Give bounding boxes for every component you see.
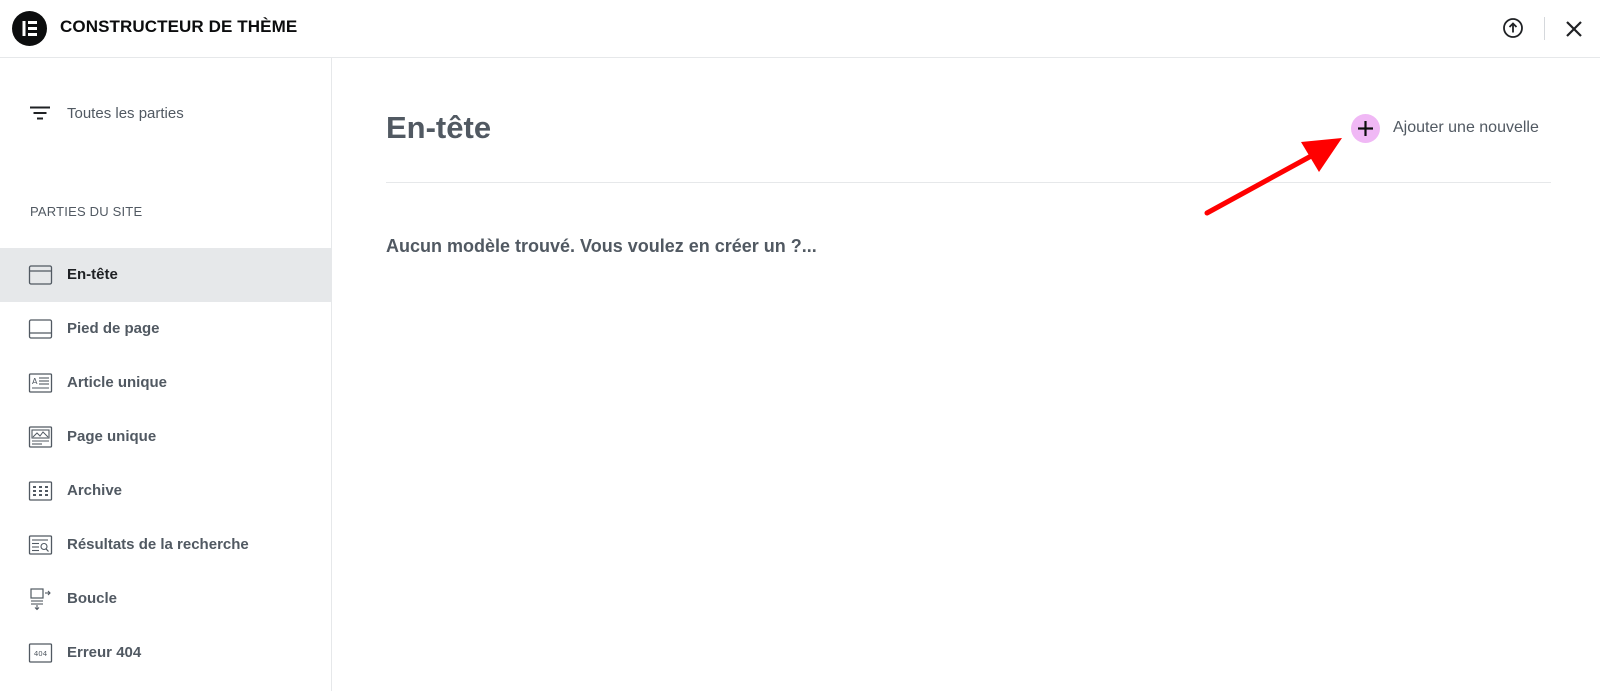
sidebar: Toutes les parties PARTIES DU SITE En-tê… [0, 58, 332, 691]
all-parts-label: Toutes les parties [67, 104, 184, 122]
section-label: PARTIES DU SITE [30, 204, 143, 219]
svg-text:404: 404 [34, 650, 48, 658]
sidebar-item-label: Pied de page [67, 320, 160, 337]
app-title: CONSTRUCTEUR DE THÈME [60, 17, 298, 36]
sidebar-item-label: Résultats de la recherche [67, 536, 249, 553]
sidebar-item-header[interactable]: En-tête [0, 248, 331, 302]
sidebar-item-single-post[interactable]: A Article unique [0, 356, 331, 410]
header-icon [28, 265, 53, 285]
add-new-button[interactable]: Ajouter une nouvelle [1351, 113, 1539, 143]
page-title: En-tête [386, 110, 492, 145]
main-content: En-tête Ajouter une nouvelle Aucun modèl… [332, 58, 1600, 691]
top-bar: CONSTRUCTEUR DE THÈME [0, 0, 1600, 58]
sidebar-item-label: Page unique [67, 428, 157, 445]
svg-text:A: A [32, 377, 38, 386]
topbar-divider [1544, 17, 1545, 40]
sidebar-item-search-results[interactable]: Résultats de la recherche [0, 518, 331, 572]
search-results-icon [28, 535, 53, 555]
elementor-logo-icon [12, 11, 47, 46]
sidebar-item-archive[interactable]: Archive [0, 464, 331, 518]
sidebar-item-label: En-tête [67, 266, 118, 283]
single-page-icon [28, 426, 53, 448]
single-post-icon: A [28, 373, 53, 393]
sidebar-item-label: Article unique [67, 374, 168, 391]
empty-state-message: Aucun modèle trouvé. Vous voulez en crée… [386, 236, 817, 256]
sidebar-item-single-page[interactable]: Page unique [0, 410, 331, 464]
sidebar-item-loop[interactable]: Boucle [0, 572, 331, 626]
divider [386, 182, 1551, 183]
sidebar-item-footer[interactable]: Pied de page [0, 302, 331, 356]
arrow-up-circle-icon[interactable] [1502, 17, 1524, 39]
sidebar-item-label: Archive [67, 482, 123, 499]
annotation-arrow-icon [1204, 138, 1342, 216]
error-404-icon: 404 [28, 643, 53, 663]
filter-icon [30, 106, 50, 120]
sidebar-item-label: Boucle [67, 590, 118, 607]
loop-icon [30, 588, 51, 611]
sidebar-item-label: Erreur 404 [67, 644, 142, 661]
footer-icon [28, 319, 53, 339]
close-icon[interactable] [1563, 18, 1585, 40]
all-parts-button[interactable]: Toutes les parties [30, 100, 184, 126]
sidebar-item-error-404[interactable]: 404 Erreur 404 [0, 626, 331, 680]
add-new-label: Ajouter une nouvelle [1393, 119, 1539, 136]
archive-icon [28, 481, 53, 501]
